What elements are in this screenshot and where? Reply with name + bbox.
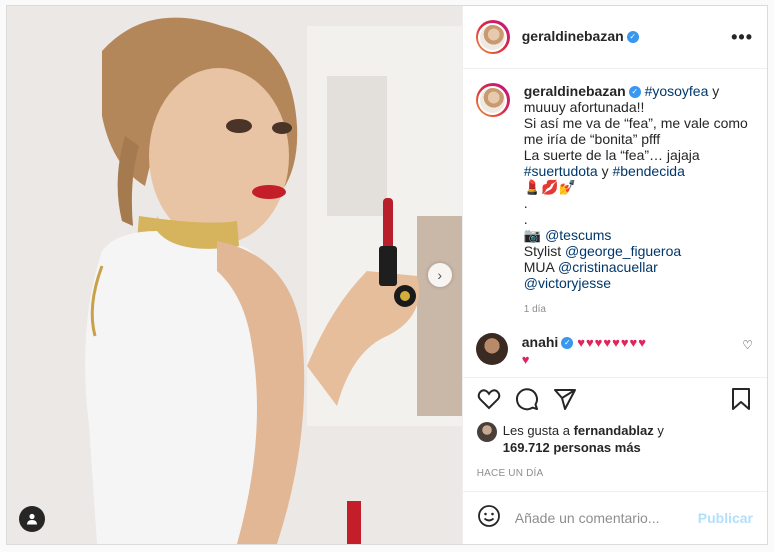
- user-icon: [27, 513, 37, 525]
- comments-section: geraldinebazan ✓ #yosoyfea y muuuy afortu…: [463, 69, 767, 377]
- add-comment-bar: Publicar: [462, 491, 767, 544]
- comment-like-icon[interactable]: ♡: [742, 333, 753, 353]
- mention-link[interactable]: @victoryjesse: [524, 275, 611, 291]
- comment-icon[interactable]: [515, 387, 539, 416]
- caption-line: La suerte de la “fea”… jajaja: [523, 147, 700, 163]
- caption-line: .: [523, 211, 528, 227]
- comment-text: ♥: [521, 352, 531, 367]
- emoji-line: 💄💋💅: [523, 179, 577, 195]
- comment-body: anahi ✓ ♥♥♥♥♥♥♥♥ ♥: [522, 333, 647, 368]
- verified-icon: ✓: [626, 30, 639, 43]
- verified-icon: ✓: [561, 337, 574, 350]
- hashtag-link[interactable]: #yosoyfea: [645, 83, 709, 99]
- caption-fragment: Stylist: [523, 243, 565, 259]
- caption-line: me iría de “bonita” pfff: [523, 131, 661, 147]
- commenter-username[interactable]: anahi: [522, 334, 559, 350]
- liker-avatar[interactable]: [476, 422, 497, 442]
- caption-fragment: MUA: [523, 259, 558, 275]
- liker-username[interactable]: fernandablaz: [574, 423, 654, 438]
- avatar[interactable]: [475, 20, 510, 54]
- caption-line: Si así me va de “fea”, me vale como: [523, 115, 748, 131]
- likes-count[interactable]: 169.712 personas más: [503, 440, 641, 455]
- caption-time[interactable]: 1 día: [524, 302, 748, 318]
- action-bar: Les gusta a fernandablaz y 169.712 perso…: [462, 377, 767, 491]
- mention-link[interactable]: @george_figueroa: [565, 243, 681, 259]
- comment-item: anahi ✓ ♥♥♥♥♥♥♥♥ ♥ ♡: [475, 333, 753, 368]
- tagged-people-button[interactable]: [19, 506, 45, 532]
- caption-line: .: [523, 195, 528, 211]
- like-icon[interactable]: [477, 388, 501, 415]
- mention-link[interactable]: @tescums: [545, 227, 611, 243]
- caption-text: geraldinebazan ✓ #yosoyfea y muuuy afortu…: [524, 83, 748, 318]
- post-date[interactable]: HACE UN DÍA: [477, 468, 751, 479]
- comment-input[interactable]: [512, 509, 698, 527]
- commenter-avatar[interactable]: [475, 333, 508, 365]
- likes-summary: Les gusta a fernandablaz y 169.712 perso…: [476, 422, 751, 456]
- camera-icon: 📷: [523, 227, 542, 243]
- verified-icon: ✓: [628, 86, 641, 99]
- emoji-icon[interactable]: [477, 504, 501, 533]
- comment-text: ♥♥♥♥♥♥♥♥: [577, 335, 647, 350]
- hashtag-link[interactable]: #suertudota: [524, 163, 598, 179]
- author-username[interactable]: geraldinebazan ✓: [522, 28, 639, 46]
- next-photo-button[interactable]: ›: [427, 263, 452, 287]
- publish-button[interactable]: Publicar: [698, 510, 753, 526]
- chevron-right-icon: ›: [437, 267, 443, 283]
- caption-line: muuuy afortunada!!: [523, 99, 645, 115]
- caption: geraldinebazan ✓ #yosoyfea y muuuy afortu…: [475, 83, 753, 318]
- likes-text: Les gusta a: [502, 423, 574, 438]
- post-header: geraldinebazan ✓ •••: [462, 6, 767, 69]
- mention-link[interactable]: @cristinacuellar: [558, 259, 658, 275]
- caption-fragment: y: [597, 163, 613, 179]
- hashtag-link[interactable]: #bendecida: [612, 163, 684, 179]
- caption-username[interactable]: geraldinebazan: [524, 83, 626, 99]
- post-card: › geraldinebazan ✓ ••• geraldinebazan ✓ #y…: [6, 5, 768, 545]
- bookmark-icon[interactable]: [731, 387, 751, 416]
- more-options-icon[interactable]: •••: [731, 27, 753, 48]
- post-sidebar: geraldinebazan ✓ ••• geraldinebazan ✓ #yos…: [461, 6, 767, 544]
- caption-fragment: y: [708, 83, 720, 99]
- photo-illustration: [7, 6, 462, 544]
- caption-avatar[interactable]: [475, 83, 510, 117]
- post-photo[interactable]: ›: [7, 6, 462, 544]
- likes-text: y: [653, 423, 664, 438]
- share-icon[interactable]: [553, 387, 577, 416]
